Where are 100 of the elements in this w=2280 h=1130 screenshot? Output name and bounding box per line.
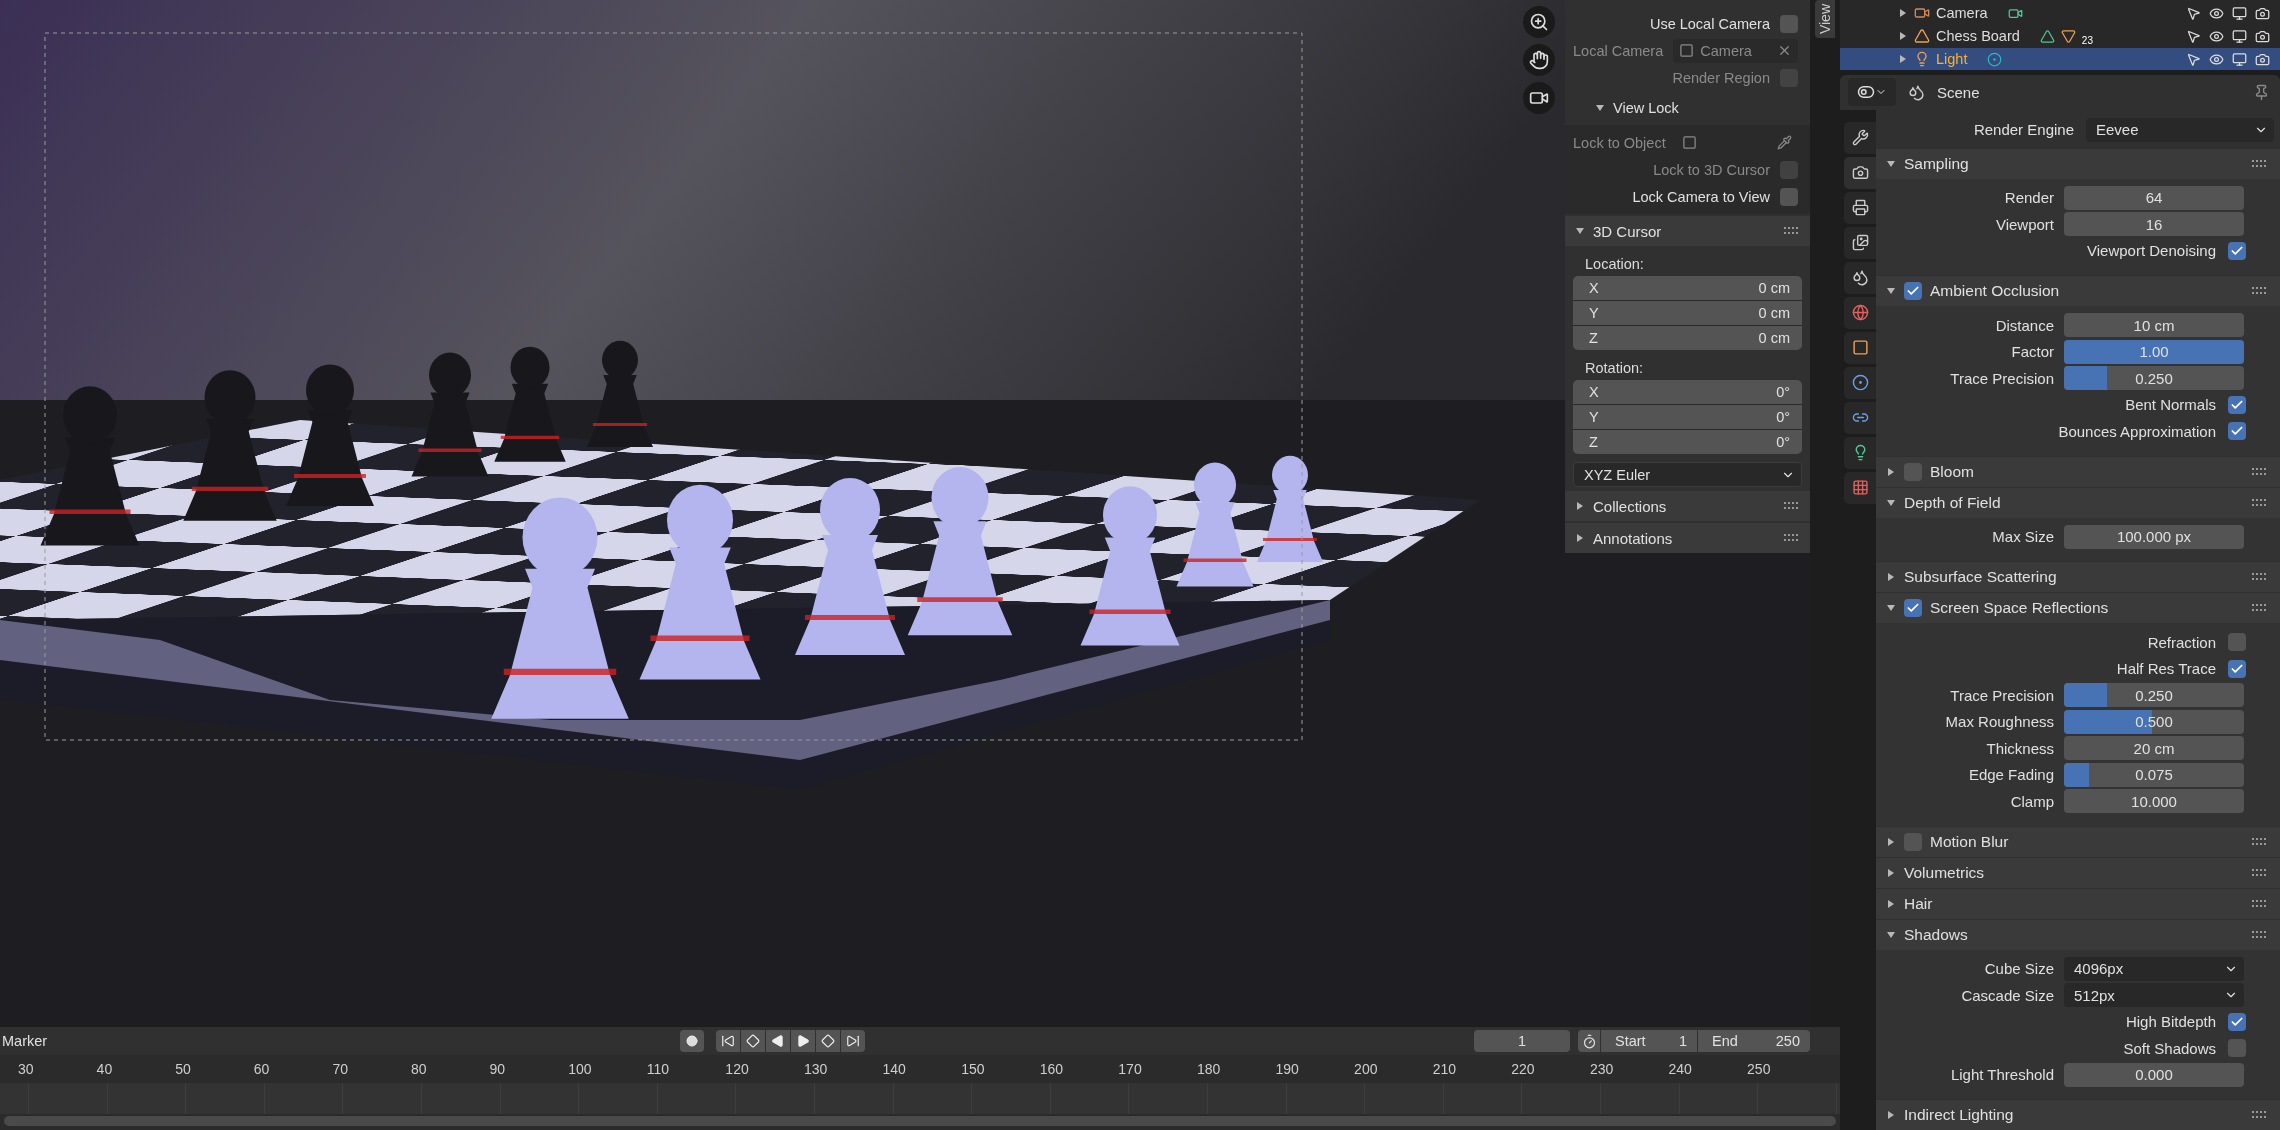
pin-icon[interactable] (2253, 83, 2270, 101)
number-field[interactable]: 16 (2064, 212, 2244, 237)
number-field[interactable]: 0.000 (2064, 1062, 2244, 1087)
panel-header[interactable]: Indirect Lighting (1876, 1100, 2280, 1130)
drag-handle-icon[interactable] (1784, 502, 1800, 510)
slider-field[interactable]: 0.250 (2064, 366, 2244, 391)
pointer-icon[interactable] (2186, 5, 2201, 21)
properties-tab[interactable] (1844, 366, 1876, 399)
eyedropper-icon[interactable] (1777, 135, 1792, 150)
panel-header[interactable]: Bloom (1876, 456, 2280, 487)
light-data-icon[interactable] (1987, 51, 2003, 67)
start-frame-field[interactable]: Start 1 (1601, 1030, 1697, 1052)
panel-header[interactable]: Subsurface Scattering (1876, 562, 2280, 592)
properties-tab[interactable] (1844, 331, 1876, 364)
drag-handle-icon[interactable] (2252, 467, 2268, 476)
current-frame-field[interactable]: 1 (1474, 1030, 1570, 1052)
record-button[interactable] (680, 1030, 704, 1052)
camera-icon[interactable] (2255, 51, 2270, 67)
number-field[interactable]: Y 0 cm (1573, 301, 1802, 325)
number-field[interactable]: 100.000 px (2064, 524, 2244, 549)
dropdown[interactable]: Eevee (2086, 117, 2274, 142)
checkbox[interactable] (2228, 395, 2246, 414)
checkbox[interactable] (1904, 282, 1922, 300)
checkbox[interactable] (2228, 633, 2246, 652)
drag-handle-icon[interactable] (2252, 837, 2268, 846)
panel-header[interactable]: Collections (1565, 491, 1810, 521)
drag-handle-icon[interactable] (2252, 899, 2268, 908)
properties-tab[interactable] (1844, 156, 1876, 189)
properties-tab[interactable] (1844, 261, 1876, 294)
panel-header[interactable]: Volumetrics (1876, 857, 2280, 888)
checkbox[interactable] (1780, 187, 1798, 206)
properties-tab[interactable] (1844, 296, 1876, 329)
outliner-row[interactable]: Camera (1840, 2, 2280, 24)
number-field[interactable]: X 0 cm (1573, 276, 1802, 300)
checkbox[interactable] (2228, 1012, 2246, 1031)
properties-tab[interactable] (1844, 191, 1876, 224)
panel-header[interactable]: Depth of Field (1876, 487, 2280, 518)
end-frame-field[interactable]: End 250 (1698, 1030, 1810, 1052)
sidebar-tab[interactable]: View (1815, 0, 1835, 39)
drag-handle-icon[interactable] (2252, 604, 2268, 612)
jump-start-button[interactable] (716, 1030, 740, 1052)
panel-header[interactable]: Sampling (1876, 148, 2280, 179)
panel-header[interactable]: Annotations (1565, 523, 1810, 553)
drag-handle-icon[interactable] (2252, 498, 2268, 507)
number-field[interactable]: Z 0° (1573, 430, 1802, 454)
drag-handle-icon[interactable] (1784, 227, 1800, 235)
outliner-row[interactable]: Light (1840, 48, 2280, 70)
number-field[interactable]: 10 cm (2064, 313, 2244, 338)
panel-header[interactable]: Ambient Occlusion (1876, 276, 2280, 306)
checkbox[interactable] (1904, 462, 1922, 481)
drag-handle-icon[interactable] (2252, 1111, 2268, 1119)
eye-icon[interactable] (2209, 5, 2224, 21)
drag-handle-icon[interactable] (1784, 534, 1800, 542)
monitor-icon[interactable] (2232, 5, 2247, 21)
checkbox[interactable] (2228, 659, 2246, 678)
slider-field[interactable]: 0.250 (2064, 683, 2244, 708)
dropdown[interactable]: 512px (2064, 983, 2244, 1008)
modifier-icon[interactable] (2060, 28, 2076, 44)
camera-icon[interactable] (2255, 28, 2270, 44)
play-button[interactable] (791, 1030, 815, 1052)
monitor-icon[interactable] (2232, 28, 2247, 44)
checkbox[interactable] (2228, 241, 2246, 260)
preview-range-button[interactable] (1578, 1030, 1600, 1052)
marker-menu[interactable]: Marker (0, 1033, 680, 1049)
mesh-data-icon[interactable] (2039, 28, 2055, 44)
number-field[interactable]: Y 0° (1573, 405, 1802, 429)
number-field[interactable]: 64 (2064, 185, 2244, 210)
monitor-icon[interactable] (2232, 51, 2247, 67)
number-field[interactable]: 10.000 (2064, 789, 2244, 814)
drag-handle-icon[interactable] (2252, 930, 2268, 939)
checkbox[interactable] (2228, 422, 2246, 441)
drag-handle-icon[interactable] (2252, 573, 2268, 581)
checkbox[interactable] (1904, 599, 1922, 617)
panel-header[interactable]: Motion Blur (1876, 826, 2280, 857)
scrollbar[interactable] (4, 1116, 1836, 1126)
pointer-icon[interactable] (2186, 28, 2201, 44)
previous-keyframe-button[interactable] (741, 1030, 765, 1052)
number-field[interactable]: 20 cm (2064, 736, 2244, 761)
drag-handle-icon[interactable] (2252, 868, 2268, 877)
checkbox[interactable] (1780, 14, 1798, 33)
next-keyframe-button[interactable] (816, 1030, 840, 1052)
pointer-icon[interactable] (2186, 51, 2201, 67)
camera-icon[interactable] (2255, 5, 2270, 21)
jump-end-button[interactable] (841, 1030, 865, 1052)
drag-handle-icon[interactable] (2252, 159, 2268, 168)
panel-header[interactable]: Hair (1876, 888, 2280, 919)
number-field[interactable]: X 0° (1573, 380, 1802, 404)
properties-tab[interactable] (1844, 401, 1876, 434)
properties-tab[interactable] (1844, 226, 1876, 259)
clear-icon[interactable] (1777, 43, 1792, 58)
drag-handle-icon[interactable] (2252, 287, 2268, 295)
eye-icon[interactable] (2209, 51, 2224, 67)
panel-header[interactable]: Shadows (1876, 919, 2280, 950)
eye-icon[interactable] (2209, 28, 2224, 44)
slider-field[interactable]: 1.00 (2064, 339, 2244, 364)
outliner-row[interactable]: Chess Board 23 (1840, 25, 2280, 47)
slider-field[interactable]: 0.075 (2064, 762, 2244, 787)
dropdown[interactable]: XYZ Euler (1573, 462, 1802, 487)
panel-header[interactable]: 3D Cursor (1565, 216, 1810, 246)
properties-tab[interactable] (1844, 436, 1876, 469)
